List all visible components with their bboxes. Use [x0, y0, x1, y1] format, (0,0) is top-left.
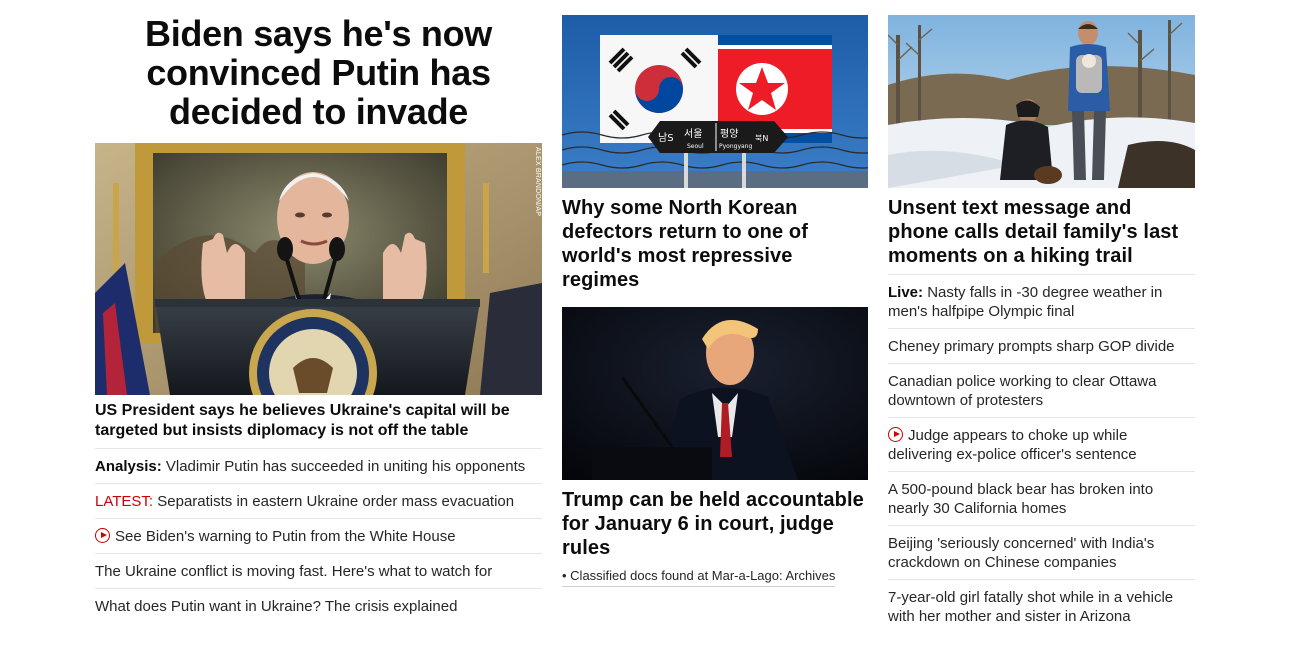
link-text: Nasty falls in -30 degree weather in men…	[888, 284, 1163, 320]
related-link[interactable]: The Ukraine conflict is moving fast. Her…	[95, 554, 542, 588]
photo-credit: ALEX BRANDON/AP	[534, 147, 541, 217]
list-item: Beijing 'seriously concerned' with India…	[888, 525, 1195, 579]
related-link[interactable]: A 500-pound black bear has broken into n…	[888, 472, 1195, 525]
related-link-latest[interactable]: LATEST: Separatists in eastern Ukraine o…	[95, 484, 542, 518]
mar-a-lago-link[interactable]: • Classified docs found at Mar-a-Lago: A…	[562, 568, 836, 587]
sign-seoul-en: Seoul	[687, 143, 704, 150]
hiking-family-image	[888, 15, 1195, 188]
list-item: Judge appears to choke up while deliveri…	[888, 417, 1195, 471]
list-item: Live: Nasty falls in -30 degree weather …	[888, 274, 1195, 328]
hiking-family-photo[interactable]	[888, 15, 1195, 188]
related-link-live[interactable]: Live: Nasty falls in -30 degree weather …	[888, 275, 1195, 328]
link-text: Vladimir Putin has succeeded in uniting …	[165, 458, 526, 475]
trump-headline[interactable]: Trump can be held accountable for Januar…	[562, 488, 868, 560]
sign-pyongyang-en: Pyongyang	[719, 143, 752, 150]
sign-left: 남S	[658, 132, 674, 144]
list-item: Canadian police working to clear Ottawa …	[888, 363, 1195, 417]
list-item: The Ukraine conflict is moving fast. Her…	[95, 553, 542, 588]
analysis-label: Analysis:	[95, 458, 162, 475]
live-label: Live:	[888, 284, 924, 301]
lead-headline[interactable]: Biden says he's now convinced Putin has …	[95, 14, 542, 131]
related-link[interactable]: Beijing 'seriously concerned' with India…	[888, 526, 1195, 579]
list-item: A 500-pound black bear has broken into n…	[888, 471, 1195, 525]
list-item: 7-year-old girl fatally shot while in a …	[888, 579, 1195, 633]
sign-seoul-kr: 서울	[684, 128, 702, 140]
related-link[interactable]: What does Putin want in Ukraine? The cri…	[95, 589, 542, 623]
related-link-video[interactable]: Judge appears to choke up while deliveri…	[888, 418, 1195, 471]
biden-photo[interactable]: ALEX BRANDON/AP	[95, 143, 542, 395]
trump-speech-image	[562, 307, 868, 480]
link-text: Judge appears to choke up while deliveri…	[888, 427, 1137, 463]
lead-caption[interactable]: US President says he believes Ukraine's …	[95, 401, 542, 448]
list-item: Analysis: Vladimir Putin has succeeded i…	[95, 448, 542, 483]
related-link-video[interactable]: See Biden's warning to Putin from the Wh…	[95, 519, 542, 553]
list-item: Cheney primary prompts sharp GOP divide	[888, 328, 1195, 363]
middle-column: 남S 서울 Seoul 평양 Pyongyang 북N Why some Nor…	[562, 0, 868, 587]
lead-related-list: Analysis: Vladimir Putin has succeeded i…	[95, 448, 542, 623]
korea-headline[interactable]: Why some North Korean defectors return t…	[562, 196, 868, 292]
sign-pyongyang-kr: 평양	[720, 128, 738, 140]
list-item: LATEST: Separatists in eastern Ukraine o…	[95, 483, 542, 518]
right-related-list: Live: Nasty falls in -30 degree weather …	[888, 274, 1195, 633]
lead-column: Biden says he's now convinced Putin has …	[95, 0, 542, 623]
list-item: See Biden's warning to Putin from the Wh…	[95, 518, 542, 553]
related-link[interactable]: 7-year-old girl fatally shot while in a …	[888, 580, 1195, 633]
link-text: See Biden's warning to Putin from the Wh…	[115, 528, 456, 545]
link-text: Separatists in eastern Ukraine order mas…	[157, 493, 515, 510]
hiking-headline[interactable]: Unsent text message and phone calls deta…	[888, 196, 1195, 274]
right-column: Unsent text message and phone calls deta…	[888, 0, 1195, 633]
play-icon	[95, 528, 110, 543]
sign-right: 북N	[755, 134, 768, 143]
play-icon	[888, 427, 903, 442]
list-item: What does Putin want in Ukraine? The cri…	[95, 588, 542, 623]
korea-border-sign-image: 남S 서울 Seoul 평양 Pyongyang 북N	[562, 15, 868, 188]
related-link[interactable]: Cheney primary prompts sharp GOP divide	[888, 329, 1195, 363]
related-link-analysis[interactable]: Analysis: Vladimir Putin has succeeded i…	[95, 449, 542, 483]
related-link[interactable]: Canadian police working to clear Ottawa …	[888, 364, 1195, 417]
latest-label: LATEST:	[95, 493, 154, 510]
trump-photo[interactable]	[562, 307, 868, 480]
biden-podium-image	[95, 143, 542, 395]
korea-photo[interactable]: 남S 서울 Seoul 평양 Pyongyang 북N	[562, 15, 868, 188]
